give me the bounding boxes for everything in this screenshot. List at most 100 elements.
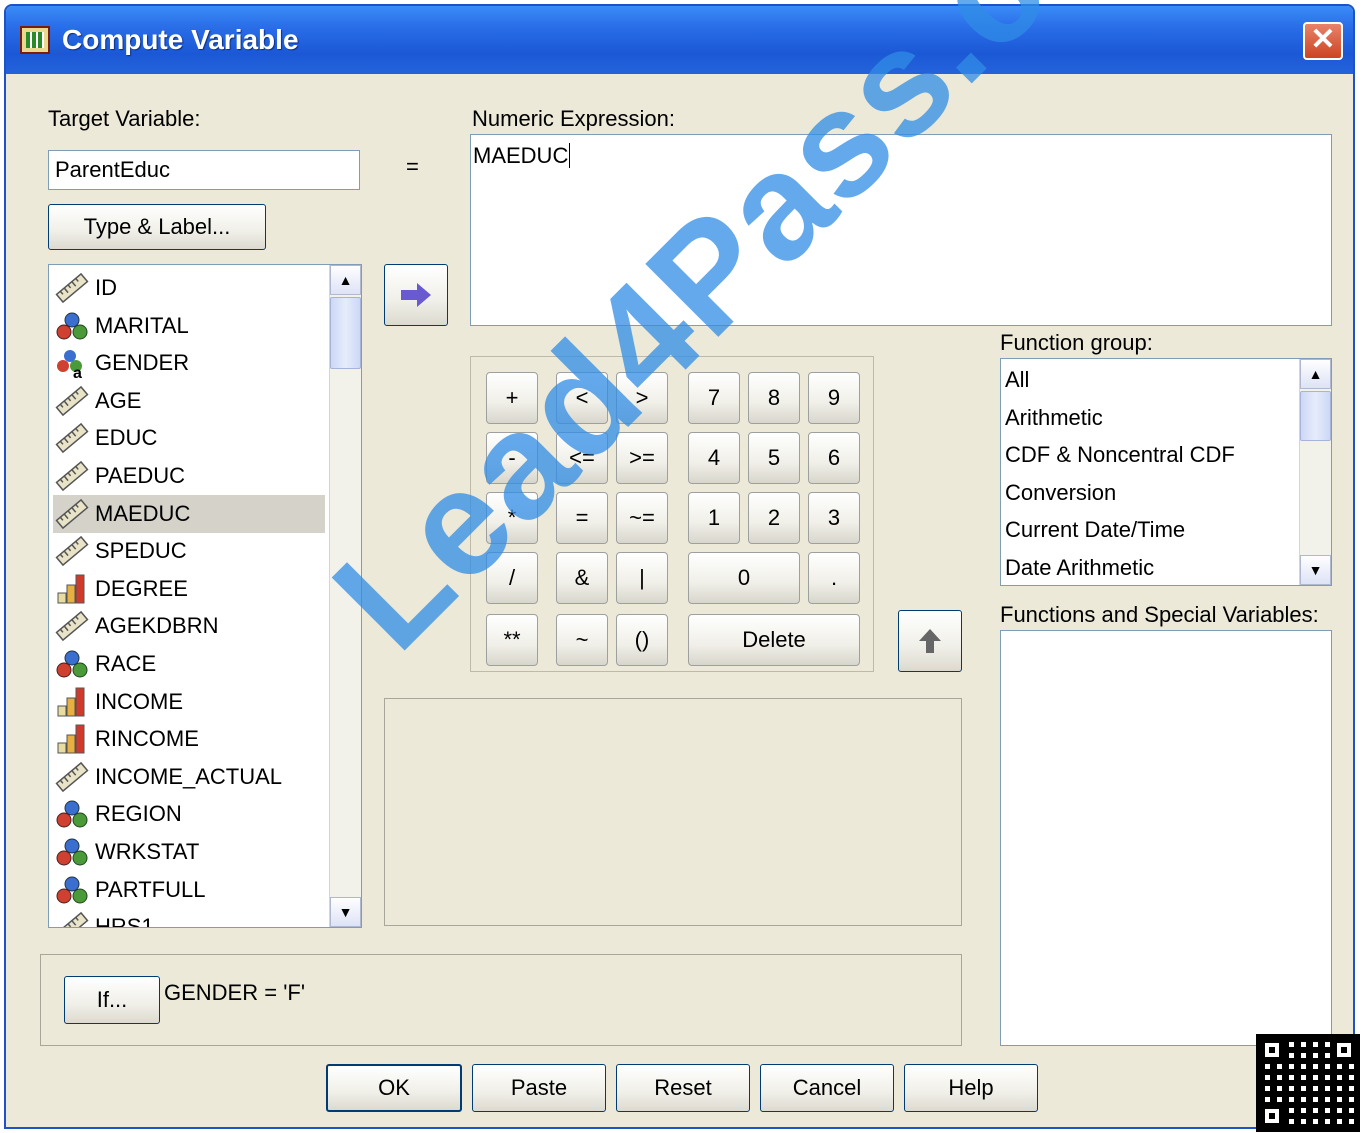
function-group-item[interactable]: Arithmetic bbox=[1005, 405, 1103, 443]
calc-and-button[interactable]: & bbox=[556, 552, 608, 604]
variable-list-scrollbar[interactable]: ▲ ▼ bbox=[329, 265, 361, 927]
calc-power-button[interactable]: ** bbox=[486, 614, 538, 666]
variable-list-item[interactable]: a GENDER bbox=[53, 344, 325, 382]
equals-sign: = bbox=[406, 154, 419, 179]
calc-divide-button[interactable]: / bbox=[486, 552, 538, 604]
calc-plus-button[interactable]: + bbox=[486, 372, 538, 424]
if-button[interactable]: If... bbox=[64, 976, 160, 1024]
nominal-icon bbox=[53, 797, 91, 831]
close-button[interactable]: ✕ bbox=[1303, 22, 1343, 60]
calc-8-button[interactable]: 8 bbox=[748, 372, 800, 424]
variable-list-item[interactable]: AGE bbox=[53, 382, 325, 420]
variable-list-item[interactable]: REGION bbox=[53, 795, 325, 833]
variable-list-item[interactable]: INCOME_ACTUAL bbox=[53, 758, 325, 796]
variable-list-item[interactable]: PAEDUC bbox=[53, 457, 325, 495]
variable-name: SPEDUC bbox=[95, 538, 187, 564]
calc-3-button[interactable]: 3 bbox=[808, 492, 860, 544]
calc-2-button[interactable]: 2 bbox=[748, 492, 800, 544]
right-arrow-icon bbox=[401, 283, 431, 307]
nominal-icon bbox=[53, 647, 91, 681]
calc-less-button[interactable]: < bbox=[556, 372, 608, 424]
calc-9-button[interactable]: 9 bbox=[808, 372, 860, 424]
scroll-thumb[interactable] bbox=[330, 297, 361, 369]
calc-4-button[interactable]: 4 bbox=[688, 432, 740, 484]
calc-6-button[interactable]: 6 bbox=[808, 432, 860, 484]
function-group-label: Function group: bbox=[1000, 330, 1153, 355]
function-group-item[interactable]: CDF & Noncentral CDF bbox=[1005, 442, 1235, 480]
ordinal-icon bbox=[53, 685, 91, 719]
ordinal-icon bbox=[53, 722, 91, 756]
numeric-expression-value: MAEDUC bbox=[473, 143, 569, 168]
variable-list-item[interactable]: DEGREE bbox=[53, 570, 325, 608]
variable-list-item[interactable]: AGEKDBRN bbox=[53, 607, 325, 645]
variable-list-item[interactable]: SPEDUC bbox=[53, 532, 325, 570]
calc-not-equal-button[interactable]: ~= bbox=[616, 492, 668, 544]
calc-1-button[interactable]: 1 bbox=[688, 492, 740, 544]
calc-delete-button[interactable]: Delete bbox=[688, 614, 860, 666]
scale-icon bbox=[53, 609, 91, 643]
target-variable-label: Target Variable: bbox=[48, 106, 201, 131]
scroll-down-icon[interactable]: ▼ bbox=[1300, 555, 1331, 585]
variable-name: AGEKDBRN bbox=[95, 613, 219, 639]
qr-code-icon bbox=[1256, 1034, 1360, 1132]
calc-not-button[interactable]: ~ bbox=[556, 614, 608, 666]
calc-minus-button[interactable]: - bbox=[486, 432, 538, 484]
function-group-item[interactable]: All bbox=[1005, 367, 1029, 405]
variable-list-item[interactable]: EDUC bbox=[53, 419, 325, 457]
cancel-button[interactable]: Cancel bbox=[760, 1064, 894, 1112]
variable-list-item[interactable]: WRKSTAT bbox=[53, 833, 325, 871]
function-group-item[interactable]: Conversion bbox=[1005, 480, 1116, 518]
variable-name: DEGREE bbox=[95, 575, 188, 601]
target-variable-input[interactable]: ParentEduc bbox=[48, 150, 360, 190]
variable-list-item[interactable]: HRS1 bbox=[53, 908, 325, 927]
calc-parens-button[interactable]: () bbox=[616, 614, 668, 666]
nominal-icon bbox=[53, 835, 91, 869]
variable-list-item[interactable]: RINCOME bbox=[53, 720, 325, 758]
calc-5-button[interactable]: 5 bbox=[748, 432, 800, 484]
calc-or-button[interactable]: | bbox=[616, 552, 668, 604]
scale-icon bbox=[53, 534, 91, 568]
calc-equals-button[interactable]: = bbox=[556, 492, 608, 544]
function-group-item[interactable]: Current Date/Time bbox=[1005, 517, 1185, 555]
function-group-scrollbar[interactable]: ▲ ▼ bbox=[1299, 359, 1331, 585]
reset-button[interactable]: Reset bbox=[616, 1064, 750, 1112]
numeric-expression-input[interactable]: MAEDUC bbox=[470, 134, 1332, 326]
functions-list[interactable] bbox=[1000, 630, 1332, 1046]
help-button[interactable]: Help bbox=[904, 1064, 1038, 1112]
calc-0-button[interactable]: 0 bbox=[688, 552, 800, 604]
scroll-up-icon[interactable]: ▲ bbox=[1300, 359, 1331, 389]
variable-list-item[interactable]: MAEDUC bbox=[53, 494, 325, 533]
scroll-down-icon[interactable]: ▼ bbox=[330, 897, 361, 927]
variable-list-item[interactable]: INCOME bbox=[53, 683, 325, 721]
calc-greater-button[interactable]: > bbox=[616, 372, 668, 424]
calc-less-equal-button[interactable]: <= bbox=[556, 432, 608, 484]
function-group-list[interactable]: All Arithmetic CDF & Noncentral CDF Convers… bbox=[1000, 358, 1332, 586]
variable-list-item[interactable]: MARITAL bbox=[53, 307, 325, 345]
variable-name: WRKSTAT bbox=[95, 839, 200, 864]
paste-button[interactable]: Paste bbox=[472, 1064, 606, 1112]
move-to-expression-button[interactable] bbox=[384, 264, 448, 326]
variable-name: PARTFULL bbox=[95, 876, 206, 902]
variable-name: INCOME_ACTUAL bbox=[95, 763, 283, 789]
calc-greater-equal-button[interactable]: >= bbox=[616, 432, 668, 484]
variable-name: PAEDUC bbox=[95, 463, 186, 488]
ok-button[interactable]: OK bbox=[326, 1064, 462, 1112]
variable-name: ID bbox=[95, 275, 117, 300]
calc-7-button[interactable]: 7 bbox=[688, 372, 740, 424]
variable-list-item[interactable]: PARTFULL bbox=[53, 871, 325, 909]
app-icon bbox=[20, 26, 50, 54]
scroll-up-icon[interactable]: ▲ bbox=[330, 265, 361, 295]
scroll-thumb[interactable] bbox=[1300, 391, 1331, 441]
variable-name: INCOME bbox=[95, 688, 183, 714]
scale-icon bbox=[53, 421, 91, 455]
type-label-button[interactable]: Type & Label... bbox=[48, 204, 266, 250]
calc-multiply-button[interactable]: * bbox=[486, 492, 538, 544]
calc-decimal-button[interactable]: . bbox=[808, 552, 860, 604]
up-arrow-button[interactable] bbox=[898, 610, 962, 672]
up-arrow-icon bbox=[919, 629, 941, 653]
function-group-item[interactable]: Date Arithmetic bbox=[1005, 555, 1154, 585]
variable-list-item[interactable]: ID bbox=[53, 269, 325, 307]
variable-list[interactable]: ID MARITAL a GENDER AGE EDUC PAEDUC MAEDUC SPEDU… bbox=[48, 264, 362, 928]
scale-icon bbox=[53, 459, 91, 493]
variable-list-item[interactable]: RACE bbox=[53, 645, 325, 683]
